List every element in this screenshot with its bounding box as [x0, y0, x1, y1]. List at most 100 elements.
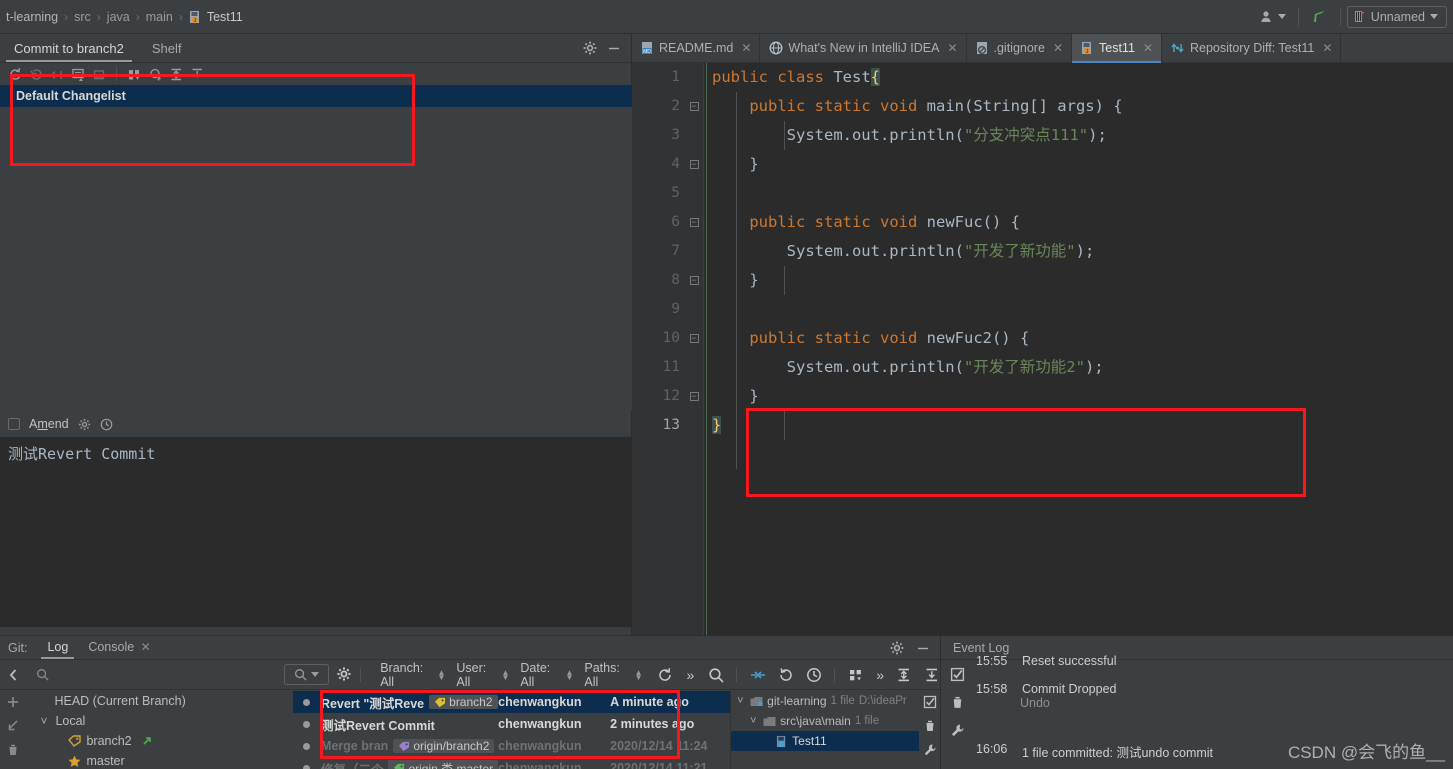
more-icon[interactable]: »	[687, 667, 695, 683]
commit-ref-tag[interactable]: branch2	[429, 695, 498, 709]
changed-file-row[interactable]: Test11	[731, 731, 920, 751]
fold-marker[interactable]: −	[688, 208, 700, 237]
close-icon[interactable]: ✕	[1143, 41, 1153, 55]
move-changes-icon[interactable]	[48, 65, 66, 83]
amend-checkbox[interactable]	[8, 418, 20, 430]
tab-log[interactable]: Log	[37, 637, 78, 659]
branch-tree-item-branch2[interactable]: branch2	[26, 731, 292, 751]
commit-ref-tag[interactable]: origin/branch2	[393, 739, 495, 753]
filter-user[interactable]: User: All ▲ ▼	[456, 661, 509, 689]
editor-tab-readme-md[interactable]: MD README.md ✕	[632, 34, 761, 62]
branch-tree[interactable]: HEAD (Current Branch) ˅ Local branch2 master	[26, 691, 293, 769]
code-line[interactable]: public static void newFuc2() {	[712, 324, 1453, 353]
search-icon[interactable]	[708, 667, 724, 683]
code-line[interactable]	[712, 179, 1453, 208]
run-configuration-selector[interactable]: Unnamed	[1346, 5, 1447, 28]
editor-tab-what-s-new-in-intellij-idea[interactable]: What's New in IntelliJ IDEA ✕	[760, 34, 967, 62]
history-icon[interactable]	[100, 418, 113, 431]
changed-file-row[interactable]: ˅ git-learning 1 file D:\ideaPr	[731, 691, 919, 711]
delete-icon[interactable]	[923, 719, 937, 733]
changelist-area[interactable]: Default Changelist	[0, 85, 632, 410]
show-diff-icon[interactable]	[69, 65, 87, 83]
changelist-row[interactable]: Default Changelist	[0, 85, 632, 107]
close-icon[interactable]: ✕	[947, 41, 957, 55]
fold-marker[interactable]: −	[688, 92, 700, 121]
code-line[interactable]: public static void main(String[] args) {	[712, 92, 1453, 121]
wrench-icon[interactable]	[923, 743, 937, 757]
checkbox-icon[interactable]	[923, 695, 937, 709]
vcs-update-icon[interactable]	[1305, 5, 1334, 28]
changed-file-row[interactable]: ˅ src\java\main 1 file	[731, 711, 919, 731]
gear-icon[interactable]	[583, 41, 597, 55]
code-line[interactable]: System.out.println("分支冲突点111");	[712, 121, 1453, 150]
wrench-icon[interactable]	[950, 723, 965, 738]
rollback-icon[interactable]	[27, 65, 45, 83]
branch-tree-item-local[interactable]: ˅ Local	[26, 711, 292, 731]
fold-marker[interactable]: −	[688, 324, 700, 353]
refresh-icon[interactable]	[657, 667, 673, 683]
expand-settings-icon[interactable]	[146, 65, 164, 83]
commit-row[interactable]: Revert "测试Reve branch2 chenwangkun A minute…	[292, 691, 731, 713]
filter-paths[interactable]: Paths: All ▲ ▼	[584, 661, 642, 689]
fold-marker[interactable]: −	[688, 382, 700, 411]
checkbox-icon[interactable]	[950, 667, 965, 682]
collapse-all-icon[interactable]	[188, 65, 206, 83]
editor-tab-gitignore[interactable]: .gitignore ✕	[967, 34, 1072, 62]
tab-console[interactable]: Console ✕	[78, 637, 160, 658]
commit-row[interactable]: Merge bran origin/branch2 chenwangkun 2020/…	[293, 735, 730, 757]
import-icon[interactable]	[6, 719, 20, 733]
collapse-left-icon[interactable]	[0, 668, 26, 682]
commit-ref-tag[interactable]: origin 类 master	[388, 759, 499, 769]
code-line[interactable]: System.out.println("开发了新功能2");	[712, 353, 1453, 382]
refresh-icon[interactable]	[6, 65, 24, 83]
expand-all-icon[interactable]	[167, 65, 185, 83]
collapse-all-icon[interactable]	[924, 667, 940, 683]
minimize-icon[interactable]	[607, 41, 621, 55]
code-line[interactable]: public static void newFuc() {	[712, 208, 1453, 237]
code-line[interactable]	[712, 295, 1453, 324]
breadcrumb-item-4[interactable]: Test11	[203, 10, 247, 24]
filter-branch[interactable]: Branch: All ▲ ▼	[380, 661, 445, 689]
expand-all-icon[interactable]	[896, 667, 912, 683]
editor-tab-test11[interactable]: J Test11 ✕	[1072, 34, 1162, 63]
commit-row[interactable]: 修复（二个 origin 类 master chenwangkun 2020/12/1…	[293, 757, 730, 769]
commit-tab-commit[interactable]: Commit to branch2	[0, 34, 138, 62]
chevron-down-icon[interactable]: ˅	[737, 695, 746, 707]
group-by-icon[interactable]	[125, 65, 143, 83]
close-icon[interactable]: ✕	[1322, 41, 1332, 55]
code-editor[interactable]: 1 public class Test{2− public static void…	[632, 63, 1453, 635]
history-icon[interactable]	[806, 667, 822, 683]
event-undo-link[interactable]: Undo	[974, 696, 1453, 710]
user-icon[interactable]	[1254, 7, 1292, 27]
branch-tree-item-master[interactable]: master	[26, 751, 292, 769]
close-icon[interactable]: ✕	[741, 41, 751, 55]
breadcrumb-item-3[interactable]: main	[142, 10, 177, 24]
gear-icon[interactable]	[890, 641, 904, 655]
close-icon[interactable]: ✕	[141, 640, 151, 654]
minimize-icon[interactable]	[916, 641, 930, 655]
jump-to-source-icon[interactable]	[750, 667, 766, 683]
delete-icon[interactable]	[6, 743, 20, 757]
chevron-down-icon[interactable]: ˅	[750, 715, 759, 727]
commit-message-input[interactable]: 测试Revert Commit	[0, 437, 632, 627]
commit-tab-shelf[interactable]: Shelf	[138, 34, 196, 62]
commit-list[interactable]: Revert "测试Reve branch2 chenwangkun A minute…	[292, 691, 731, 769]
more-icon[interactable]: »	[876, 667, 884, 683]
fold-marker[interactable]: −	[688, 266, 700, 295]
commit-row[interactable]: 测试Revert Commit chenwangkun 2 minutes ago	[293, 713, 730, 735]
git-log-settings-icon[interactable]	[337, 667, 352, 682]
git-log-search[interactable]	[26, 668, 278, 681]
code-line[interactable]: }	[712, 382, 1453, 411]
move-to-changelist-icon[interactable]	[90, 65, 108, 83]
undo-icon[interactable]	[778, 667, 794, 683]
close-icon[interactable]: ✕	[1053, 41, 1063, 55]
gear-icon[interactable]	[78, 418, 91, 431]
breadcrumb-item-1[interactable]: src	[70, 10, 95, 24]
code-line[interactable]: System.out.println("开发了新功能");	[712, 237, 1453, 266]
editor-tab-repository-diff-test11[interactable]: Repository Diff: Test11 ✕	[1162, 34, 1342, 62]
breadcrumb-item-2[interactable]: java	[103, 10, 134, 24]
changelist-body[interactable]	[0, 107, 632, 407]
filter-date[interactable]: Date: All ▲ ▼	[520, 661, 573, 689]
group-by-icon[interactable]	[848, 667, 864, 683]
breadcrumb-item-0[interactable]: t-learning	[2, 10, 62, 24]
